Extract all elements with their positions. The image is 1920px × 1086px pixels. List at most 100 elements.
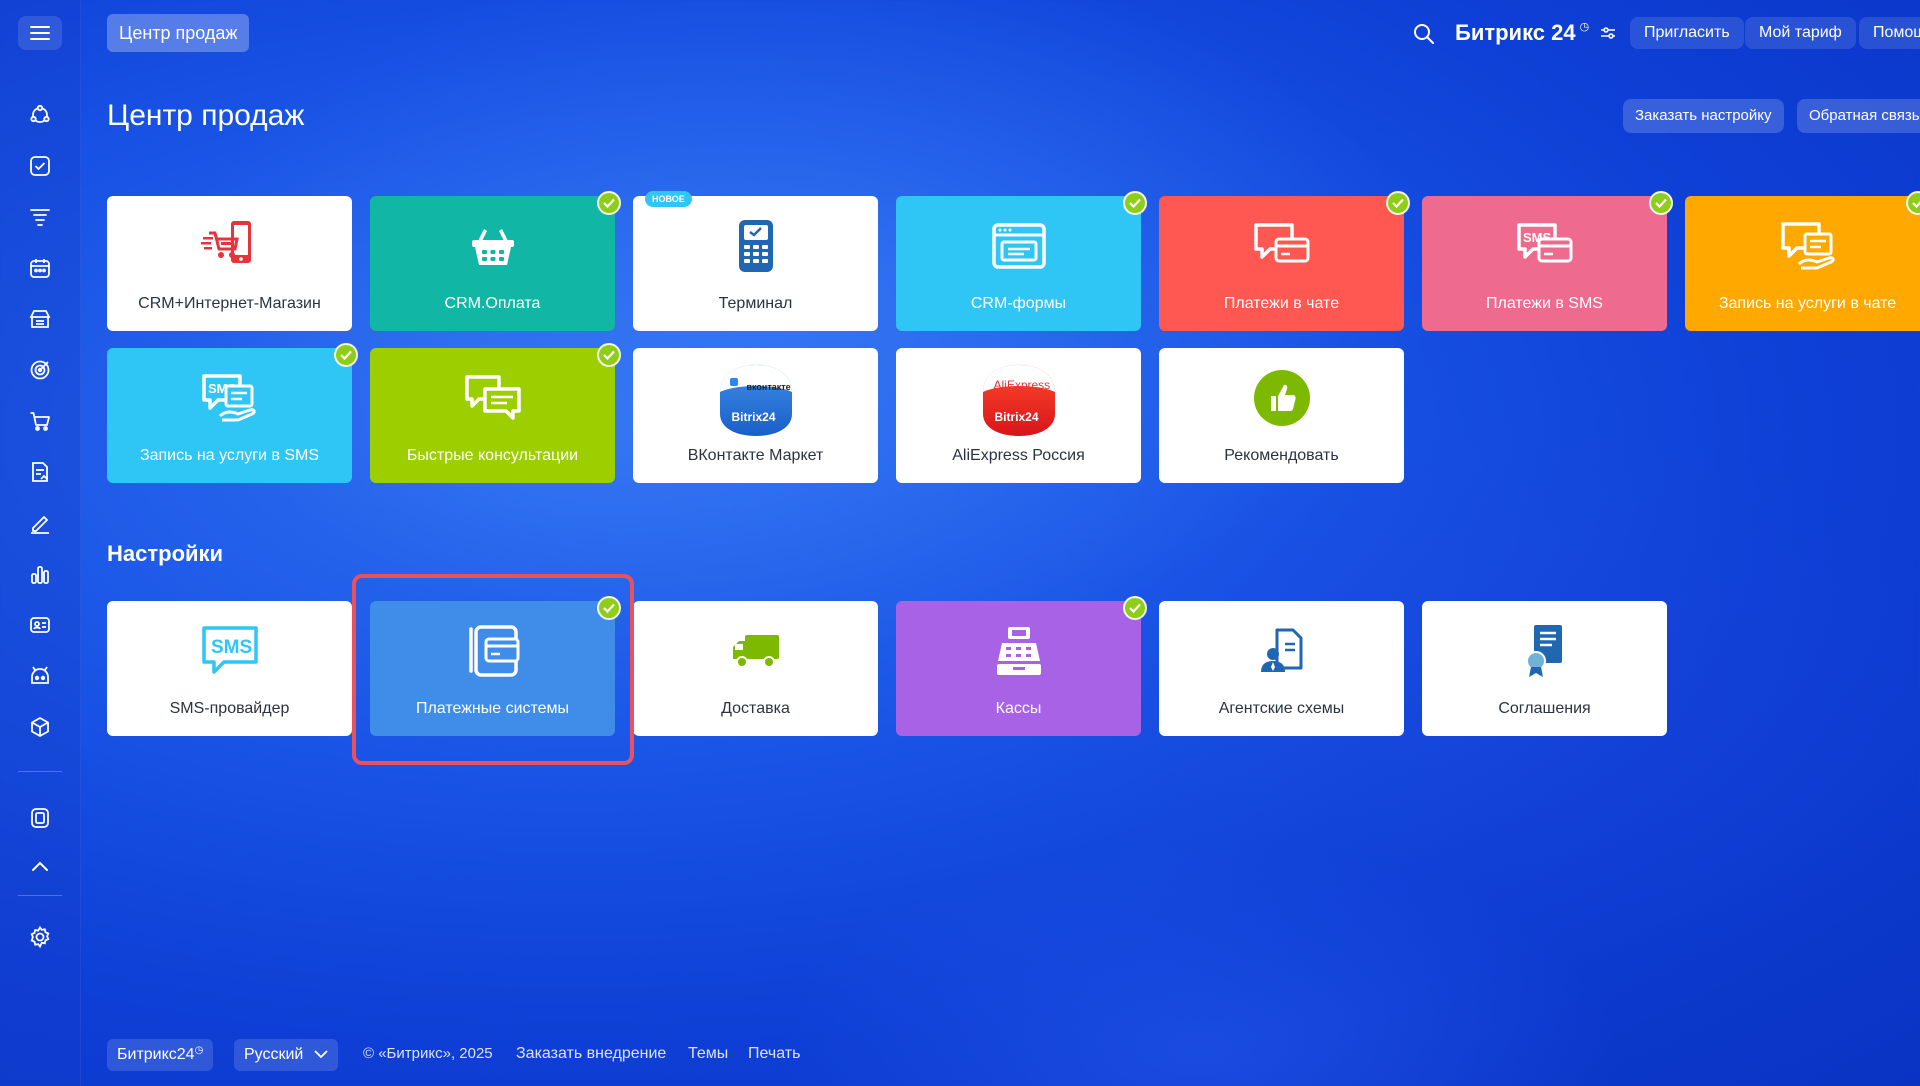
- tile-label: Платежи в SMS: [1486, 295, 1603, 312]
- checkmark-icon: [1123, 191, 1147, 215]
- header-title-button[interactable]: Центр продаж: [107, 14, 250, 52]
- chat-payment-icon: [1252, 218, 1312, 274]
- search-icon[interactable]: [1412, 22, 1436, 46]
- tariff-button[interactable]: Мой тариф: [1745, 17, 1856, 49]
- footer-brand-button[interactable]: Битрикс24◷: [107, 1039, 214, 1071]
- tile-label: CRM+Интернет-Магазин: [138, 295, 321, 312]
- agent-icon: [1252, 623, 1312, 679]
- vk-logo-bitrix: Bitrix24: [731, 410, 776, 424]
- clock-icon: ◷: [194, 1045, 204, 1056]
- sms-payment-icon: SMS: [1515, 218, 1575, 274]
- tile-sms-provider[interactable]: SMS SMS-провайдер: [107, 601, 352, 736]
- tile-label: Быстрые консультации: [406, 447, 579, 464]
- tile-label: Рекомендовать: [1224, 447, 1339, 464]
- tile-label: Платежи в чате: [1223, 295, 1340, 312]
- tile-aliexpress[interactable]: AliExpress Bitrix24 AliExpress Россия: [896, 348, 1141, 483]
- tile-label: CRM-формы: [970, 295, 1067, 312]
- tile-label: ВКонтакте Маркет: [687, 447, 824, 464]
- vk-logo-text: вконтакте: [746, 382, 791, 392]
- language-select[interactable]: Русский: [234, 1039, 338, 1071]
- chat-booking-icon: [1779, 218, 1839, 274]
- contacts-icon[interactable]: [24, 609, 56, 641]
- order-setup-button[interactable]: Заказать настройку: [1623, 99, 1784, 133]
- tile-chat-payments[interactable]: Платежи в чате: [1159, 191, 1410, 331]
- vk-market-icon: вконтакте Bitrix24: [718, 362, 794, 438]
- tile-delivery[interactable]: Доставка: [633, 601, 878, 736]
- crm-icon[interactable]: [24, 99, 56, 131]
- tile-quick-consult[interactable]: Быстрые консультации: [370, 343, 621, 483]
- menu-toggle-button[interactable]: [18, 16, 62, 50]
- left-sidebar: [0, 0, 81, 1086]
- tile-cash-registers[interactable]: Кассы: [896, 596, 1147, 736]
- tile-terminal[interactable]: НОВОЕ Терминал: [633, 191, 878, 331]
- help-button[interactable]: Помощ: [1859, 17, 1920, 49]
- aliexpress-icon: AliExpress Bitrix24: [981, 362, 1057, 438]
- tile-crm-shop[interactable]: CRM+Интернет-Магазин: [107, 196, 352, 331]
- tile-label: Запись на услуги в SMS: [139, 447, 320, 464]
- sms-booking-icon: SMS: [200, 370, 260, 426]
- box-icon[interactable]: [24, 711, 56, 743]
- cart-icon[interactable]: [24, 405, 56, 437]
- tile-crm-forms[interactable]: CRM-формы: [896, 191, 1147, 331]
- tile-sms-payments[interactable]: SMS Платежи в SMS: [1422, 191, 1673, 331]
- store-icon[interactable]: [24, 303, 56, 335]
- print-link[interactable]: Печать: [748, 1045, 800, 1063]
- ali-logo-bitrix: Bitrix24: [994, 410, 1039, 424]
- hamburger-icon: [30, 26, 50, 40]
- tile-chat-booking[interactable]: Запись на услуги в чате: [1685, 191, 1920, 331]
- checkmark-icon: [597, 343, 621, 367]
- robot-icon[interactable]: [24, 660, 56, 692]
- target-icon[interactable]: [24, 354, 56, 386]
- brand-logo[interactable]: Битрикс 24 ◷: [1455, 20, 1617, 46]
- sidebar-divider: [18, 895, 62, 896]
- tile-label: SMS-провайдер: [169, 700, 290, 717]
- sign-icon[interactable]: [24, 507, 56, 539]
- tile-recommend[interactable]: Рекомендовать: [1159, 348, 1404, 483]
- thumbs-up-icon: [1252, 370, 1312, 426]
- checkmark-icon: [1906, 191, 1920, 215]
- footer-brand-label: Битрикс24: [117, 1046, 195, 1063]
- feedback-button[interactable]: Обратная связь: [1797, 99, 1920, 133]
- tile-sms-booking[interactable]: SMS Запись на услуги в SMS: [107, 343, 358, 483]
- settings-icon[interactable]: [24, 921, 56, 953]
- collapse-icon[interactable]: [24, 851, 56, 883]
- analytics-icon[interactable]: [24, 558, 56, 590]
- brand-name: Битрикс 24: [1455, 20, 1576, 45]
- page-title: Центр продаж: [107, 99, 305, 132]
- agreement-icon: [1515, 623, 1575, 679]
- highlight-frame: [352, 574, 634, 765]
- truck-icon: [726, 623, 786, 679]
- tile-label: Запись на услуги в чате: [1718, 295, 1897, 312]
- invite-button[interactable]: Пригласить: [1630, 17, 1744, 49]
- tile-agent-schemes[interactable]: Агентские схемы: [1159, 601, 1404, 736]
- checkmark-icon: [1386, 191, 1410, 215]
- sliders-icon[interactable]: [1599, 24, 1617, 42]
- consult-icon: [463, 370, 523, 426]
- themes-link[interactable]: Темы: [688, 1045, 728, 1063]
- tile-label: CRM.Оплата: [444, 295, 541, 312]
- tile-agreements[interactable]: Соглашения: [1422, 601, 1667, 736]
- tile-label: Соглашения: [1498, 700, 1591, 717]
- calendar-icon[interactable]: [24, 252, 56, 284]
- tile-crm-payment[interactable]: CRM.Оплата: [370, 191, 621, 331]
- documents-icon[interactable]: [24, 456, 56, 488]
- funnel-icon[interactable]: [24, 201, 56, 233]
- form-icon: [989, 218, 1049, 274]
- language-label: Русский: [244, 1046, 304, 1063]
- tile-vk-market[interactable]: вконтакте Bitrix24 ВКонтакте Маркет: [633, 348, 878, 483]
- checkmark-icon: [597, 191, 621, 215]
- basket-icon: [463, 218, 523, 274]
- checkmark-icon: [334, 343, 358, 367]
- marketplace-icon[interactable]: [24, 802, 56, 834]
- svg-text:SMS: SMS: [211, 637, 252, 658]
- order-impl-link[interactable]: Заказать внедрение: [516, 1045, 666, 1063]
- settings-section-title: Настройки: [107, 541, 224, 566]
- clock-icon: ◷: [1579, 20, 1590, 33]
- tile-label: Агентские схемы: [1218, 700, 1345, 717]
- sms-icon: SMS: [200, 623, 260, 679]
- ali-logo-text: AliExpress: [993, 378, 1051, 392]
- tasks-icon[interactable]: [24, 150, 56, 182]
- tile-label: AliExpress Россия: [952, 447, 1085, 464]
- copyright-text: © «Битрикс», 2025: [363, 1045, 493, 1062]
- checkmark-icon: [1123, 596, 1147, 620]
